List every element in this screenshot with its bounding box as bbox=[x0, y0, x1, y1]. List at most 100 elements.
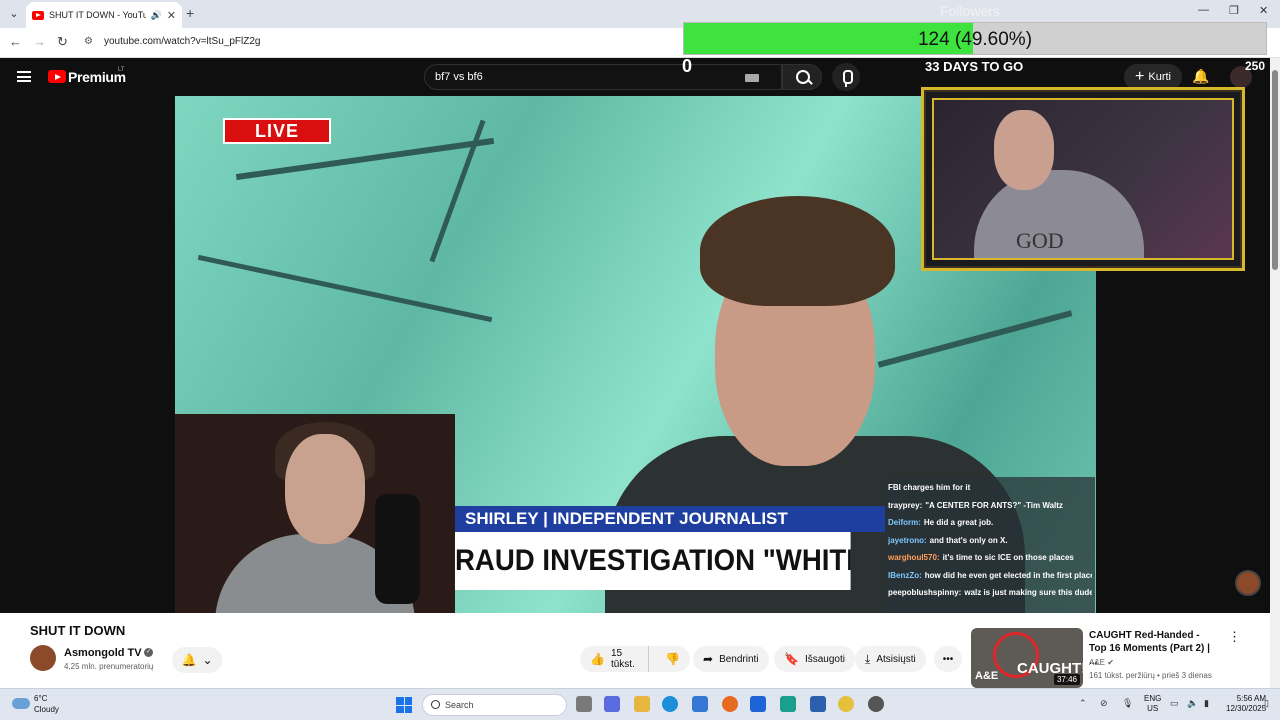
chyron-name-bar: SHIRLEY | INDEPENDENT JOURNALIST bbox=[455, 506, 885, 532]
second-webcam-frame: GOD bbox=[921, 87, 1245, 271]
browser-tab[interactable]: SHUT IT DOWN - YouTube 🔊 ✕ bbox=[26, 2, 182, 28]
more-horizontal-icon: ••• bbox=[942, 653, 954, 665]
video-duration-badge: 37:46 bbox=[1053, 674, 1080, 685]
chat-text: He did a great job. bbox=[923, 518, 994, 527]
clock-time: 5:56 AM bbox=[1236, 694, 1267, 703]
tray-icon[interactable]: ⊘ bbox=[1100, 698, 1108, 709]
like-button[interactable]: 👍 15 tūkst. bbox=[580, 646, 650, 672]
download-button[interactable]: ⤓ Atsisiųsti bbox=[855, 646, 926, 672]
weather-description[interactable]: Cloudy bbox=[34, 705, 59, 714]
chat-text: it's time to sic ICE on those places bbox=[942, 553, 1074, 562]
close-window-icon[interactable]: ✕ bbox=[1259, 4, 1268, 17]
hamburger-menu-icon[interactable] bbox=[17, 71, 31, 82]
days-to-go-text: 33 DAYS TO GO bbox=[925, 59, 1024, 74]
network-icon[interactable]: ▭ bbox=[1170, 698, 1179, 709]
scrollbar-thumb[interactable] bbox=[1272, 70, 1278, 270]
back-arrow-icon[interactable]: ← bbox=[9, 34, 22, 49]
new-tab-plus-icon[interactable]: + bbox=[186, 5, 194, 21]
chat-text: walz is just making sure this dude has i… bbox=[964, 588, 1092, 597]
site-info-icon[interactable]: ⚙ bbox=[84, 36, 93, 47]
firefox-icon[interactable] bbox=[722, 696, 738, 712]
file-explorer-icon[interactable] bbox=[634, 696, 650, 712]
bookmark-icon: 🔖 bbox=[784, 652, 799, 666]
tab-list-chevron-icon[interactable]: ⌄ bbox=[4, 4, 24, 24]
channel-watermark-avatar[interactable] bbox=[1235, 570, 1261, 596]
voice-search-mic-icon[interactable] bbox=[832, 63, 860, 91]
channel-avatar[interactable] bbox=[30, 645, 56, 671]
edge-browser-icon[interactable] bbox=[662, 696, 678, 712]
microsoft-store-icon[interactable] bbox=[692, 696, 708, 712]
cloud-icon[interactable] bbox=[12, 698, 30, 709]
search-input[interactable]: bf7 vs bf6 bbox=[424, 64, 782, 90]
like-dislike-group: 👍 15 tūkst. 👎 bbox=[580, 646, 690, 672]
more-actions-button[interactable]: ••• bbox=[934, 646, 962, 672]
clock-date: 12/30/2025 bbox=[1226, 704, 1267, 713]
second-webcam: GOD bbox=[932, 98, 1234, 260]
windows-start-icon[interactable] bbox=[396, 697, 412, 713]
followers-goal-label: Followers bbox=[940, 3, 1000, 19]
task-view-icon[interactable] bbox=[576, 696, 592, 712]
search-button[interactable] bbox=[782, 64, 822, 90]
show-hidden-icons-chevron-icon[interactable]: ⌃ bbox=[1079, 698, 1087, 709]
subscriber-count: 4,25 mln. prenumeratorių bbox=[64, 662, 154, 671]
chat-username: warghoul570: bbox=[888, 553, 940, 562]
more-vertical-icon[interactable]: ⋮ bbox=[1228, 629, 1241, 645]
chat-message: Deiform: He did a great job. bbox=[888, 514, 1092, 532]
live-badge: LIVE bbox=[223, 118, 331, 144]
chat-text: how did he even get elected in the first… bbox=[924, 570, 1092, 580]
bell-icon: 🔔 bbox=[181, 653, 197, 667]
chat-message: peepoblushspinny: walz is just making sur… bbox=[888, 584, 1092, 602]
dislike-button[interactable]: 👎 bbox=[655, 652, 690, 666]
download-icon: ⤓ bbox=[865, 651, 871, 666]
chat-username: trayprey: bbox=[888, 500, 923, 510]
tab-title: SHUT IT DOWN - YouTube bbox=[49, 10, 146, 20]
recommended-video-meta: 161 tūkst. peržiūrų • prieš 3 dienas bbox=[1089, 671, 1212, 680]
notification-icon[interactable]: ▯ bbox=[1264, 698, 1269, 709]
download-label: Atsisiųsti bbox=[876, 653, 916, 665]
copilot-icon[interactable] bbox=[604, 696, 620, 712]
reload-icon[interactable]: ↻ bbox=[57, 34, 68, 50]
recommended-video-thumbnail[interactable]: CAUGHT! A&E 37:46 bbox=[971, 628, 1083, 688]
youtube-logo-icon[interactable] bbox=[48, 70, 66, 83]
streamer-webcam bbox=[175, 414, 455, 613]
search-query-text: bf7 vs bf6 bbox=[435, 71, 483, 83]
chat-message: IBenzZo: how did he even get elected in t… bbox=[888, 567, 1092, 585]
chat-message: warghoul570: it's time to sic ICE on thos… bbox=[888, 549, 1092, 567]
followers-goal-bar: 124 (49.60%) bbox=[683, 22, 1267, 55]
share-label: Bendrinti bbox=[719, 653, 759, 665]
close-tab-icon[interactable]: ✕ bbox=[167, 9, 176, 22]
dropbox-icon[interactable] bbox=[750, 696, 766, 712]
subscription-notifications-button[interactable]: 🔔 ⌄ bbox=[172, 647, 222, 673]
app-icon[interactable] bbox=[780, 696, 796, 712]
share-button[interactable]: ➦ Bendrinti bbox=[693, 646, 769, 672]
chat-username: peepoblushspinny: bbox=[888, 588, 962, 597]
battery-icon[interactable]: ▮ bbox=[1204, 698, 1209, 709]
page-scrollbar[interactable] bbox=[1270, 58, 1280, 688]
forward-arrow-icon[interactable]: → bbox=[33, 34, 46, 49]
streamer-head bbox=[285, 434, 365, 544]
share-arrow-icon: ➦ bbox=[703, 652, 714, 666]
recommended-channel-name[interactable]: A&E ✔ bbox=[1089, 658, 1114, 667]
language-indicator[interactable]: ENG US bbox=[1144, 694, 1161, 714]
volume-icon[interactable]: 🔈 bbox=[1187, 698, 1198, 709]
chat-text: "A CENTER FOR ANTS?" -Tim Waltz bbox=[925, 500, 1063, 510]
keyboard-icon[interactable] bbox=[745, 74, 759, 82]
chat-text: FBI charges him for it bbox=[888, 483, 971, 492]
save-button[interactable]: 🔖 Išsaugoti bbox=[774, 646, 855, 672]
chat-message: trayprey: "A CENTER FOR ANTS?" -Tim Waltz bbox=[888, 497, 1092, 515]
chrome-icon[interactable] bbox=[838, 696, 854, 712]
youtube-favicon-icon bbox=[32, 10, 44, 20]
url-field[interactable]: youtube.com/watch?v=ltSu_pFlZ2g bbox=[104, 36, 260, 47]
microphone-tray-icon[interactable]: 🎙 bbox=[1122, 698, 1133, 709]
app-icon[interactable] bbox=[868, 696, 884, 712]
restore-icon[interactable]: ❐ bbox=[1229, 4, 1239, 17]
weather-temperature[interactable]: 6°C bbox=[34, 694, 47, 703]
app-icon[interactable] bbox=[810, 696, 826, 712]
taskbar-search-input[interactable]: Search bbox=[422, 694, 567, 716]
channel-name[interactable]: Asmongold TV bbox=[64, 647, 142, 659]
minimize-icon[interactable]: — bbox=[1198, 4, 1209, 16]
recommended-channel-label: A&E bbox=[1089, 658, 1106, 667]
clock[interactable]: 5:56 AM 12/30/2025 bbox=[1226, 694, 1266, 714]
notifications-bell-icon[interactable]: 🔔 bbox=[1192, 68, 1209, 86]
speaker-icon[interactable]: 🔊 bbox=[151, 10, 162, 21]
